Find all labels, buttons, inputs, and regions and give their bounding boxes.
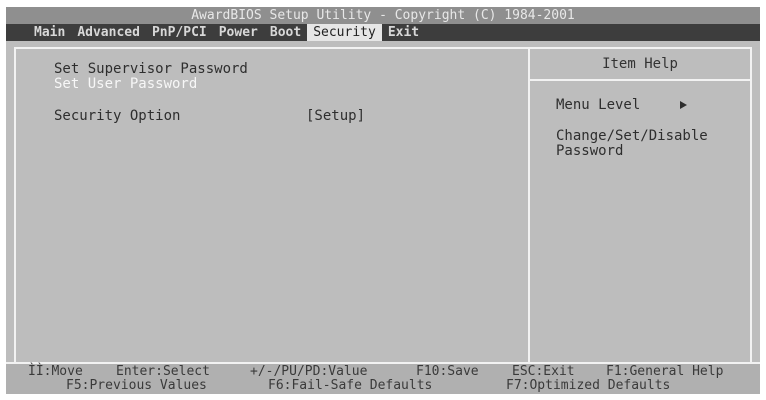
bios-screen: AwardBIOS Setup Utility - Copyright (C) … bbox=[6, 7, 760, 394]
menu-pnp-pci[interactable]: PnP/PCI bbox=[146, 24, 213, 41]
menu-power[interactable]: Power bbox=[213, 24, 264, 41]
menu-advanced[interactable]: Advanced bbox=[71, 24, 146, 41]
footer-key-move: ÌÌ:Move bbox=[28, 364, 83, 379]
footer-key-select: Enter:Select bbox=[116, 364, 210, 379]
settings-panel: Set Supervisor Password Set User Passwor… bbox=[16, 49, 530, 364]
set-user-password-item[interactable]: Set User Password bbox=[54, 76, 197, 92]
footer-key-general-help: F1:General Help bbox=[606, 364, 724, 379]
menu-bar: Main Advanced PnP/PCI Power Boot Securit… bbox=[6, 24, 760, 41]
item-help-header: Item Help bbox=[530, 49, 750, 81]
content-frame: Set Supervisor Password Set User Passwor… bbox=[14, 47, 752, 366]
menu-security[interactable]: Security bbox=[307, 24, 382, 41]
footer-key-value: +/-/PU/PD:Value bbox=[250, 364, 368, 379]
menu-level-label: Menu Level bbox=[556, 97, 641, 113]
menu-main[interactable]: Main bbox=[28, 24, 71, 41]
menu-boot[interactable]: Boot bbox=[264, 24, 307, 41]
help-text-line-2: Password bbox=[556, 143, 624, 159]
footer-key-optimized-defaults: F7:Optimized Defaults bbox=[506, 378, 671, 393]
set-supervisor-password-item[interactable]: Set Supervisor Password bbox=[54, 61, 248, 77]
key-help-footer: ÌÌ:Move Enter:Select +/-/PU/PD:Value F10… bbox=[6, 362, 760, 394]
help-text-line-1: Change/Set/Disable bbox=[556, 128, 708, 144]
footer-key-previous-values: F5:Previous Values bbox=[66, 378, 207, 393]
menu-exit[interactable]: Exit bbox=[382, 24, 425, 41]
right-triangle-icon bbox=[680, 101, 687, 109]
footer-key-save: F10:Save bbox=[416, 364, 479, 379]
security-option-value[interactable]: [Setup] bbox=[306, 108, 365, 124]
footer-key-exit: ESC:Exit bbox=[512, 364, 575, 379]
security-option-item[interactable]: Security Option bbox=[54, 108, 180, 124]
item-help-panel: Item Help Menu Level Change/Set/Disable … bbox=[530, 49, 750, 364]
footer-key-fail-safe-defaults: F6:Fail-Safe Defaults bbox=[268, 378, 433, 393]
title-bar: AwardBIOS Setup Utility - Copyright (C) … bbox=[6, 7, 760, 24]
